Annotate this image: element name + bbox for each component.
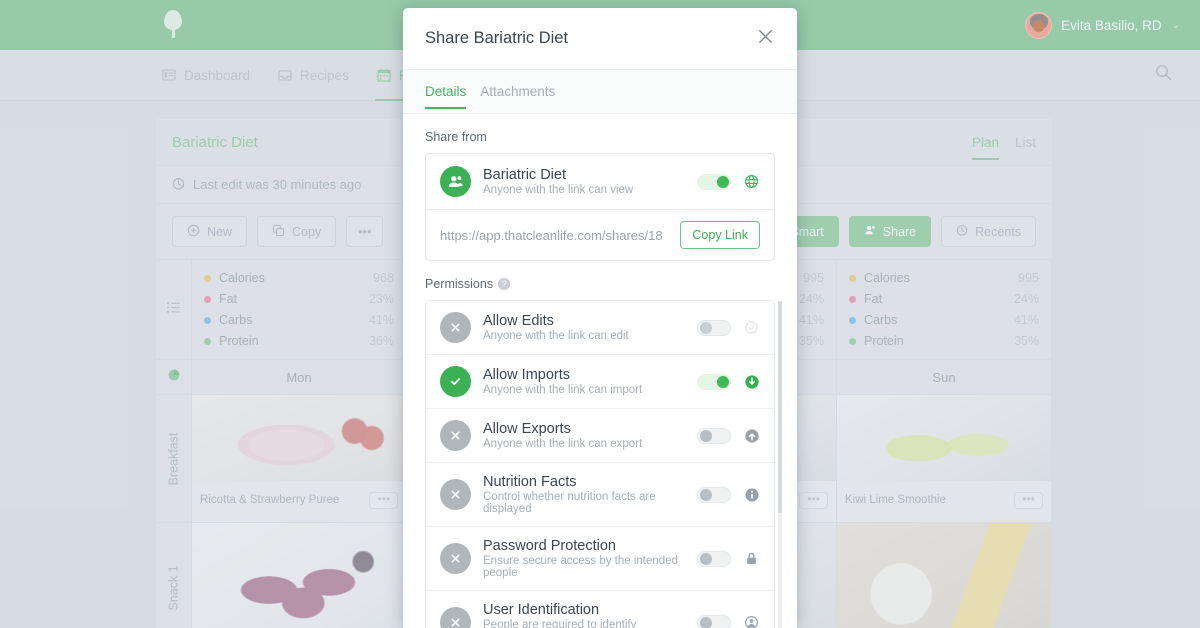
globe-icon [743, 174, 760, 189]
permission-title: Nutrition Facts [483, 474, 577, 490]
info-icon [743, 487, 760, 503]
permission-subtitle: Anyone with the link can export [483, 438, 643, 450]
permission-text: Allow Exports Anyone with the link can e… [483, 421, 685, 450]
people-icon [440, 166, 471, 197]
permission-subtitle: Control whether nutrition facts are disp… [483, 491, 656, 515]
modal-header: Share Bariatric Diet [403, 8, 797, 70]
share-from-row: Bariatric Diet Anyone with the link can … [426, 154, 774, 210]
permission-text: Allow Imports Anyone with the link can i… [483, 367, 685, 396]
permission-toggle[interactable] [697, 550, 731, 567]
x-circle-icon [440, 479, 471, 510]
scrollbar[interactable] [778, 301, 782, 628]
permission-text: Password Protection Ensure secure access… [483, 538, 685, 579]
permission-row-allow-imports: Allow Imports Anyone with the link can i… [426, 355, 774, 409]
permission-subtitle: Anyone with the link can import [483, 384, 643, 396]
permission-toggle[interactable] [697, 373, 731, 390]
lock-icon [743, 551, 760, 566]
close-icon[interactable] [756, 27, 775, 50]
permission-row-user-identification: User Identification People are required … [426, 591, 774, 628]
permission-text: Allow Edits Anyone with the link can edi… [483, 313, 685, 342]
permission-toggle[interactable] [697, 486, 731, 503]
modal-title: Share Bariatric Diet [425, 29, 569, 47]
permission-title: Allow Edits [483, 313, 554, 329]
app-root: Evita Basilio, RD ⌄ Dashboard Recipes [0, 0, 1200, 628]
permission-row-allow-exports: Allow Exports Anyone with the link can e… [426, 409, 774, 463]
tab-details[interactable]: Details [425, 70, 467, 114]
permission-toggle[interactable] [697, 319, 731, 336]
copy-link-button[interactable]: Copy Link [680, 221, 760, 249]
permission-title: Password Protection [483, 538, 616, 554]
user-icon [743, 615, 760, 628]
share-from-title: Bariatric Diet [483, 167, 566, 183]
share-from-label-text: Share from [425, 130, 487, 144]
upload-icon [743, 428, 760, 444]
share-from-label: Share from [425, 130, 775, 144]
share-from-text: Bariatric Diet Anyone with the link can … [483, 167, 685, 196]
check-circle-icon [440, 366, 471, 397]
permission-subtitle: Anyone with the link can edit [483, 330, 629, 342]
permissions-section: Permissions ? Allow Edits Anyone with th… [425, 277, 782, 628]
modal-body: Share from Bariatric Diet Anyone with th… [403, 114, 797, 628]
permission-title: Allow Exports [483, 421, 571, 437]
permission-text: User Identification People are required … [483, 602, 685, 628]
scrollbar-thumb[interactable] [778, 301, 782, 513]
share-modal: Share Bariatric Diet Details Attachments… [403, 8, 797, 628]
permissions-label-text: Permissions [425, 277, 494, 291]
permission-row-password-protection: Password Protection Ensure secure access… [426, 527, 774, 591]
permission-title: Allow Imports [483, 367, 571, 383]
permission-row-nutrition-facts: Nutrition Facts Control whether nutritio… [426, 463, 774, 527]
permission-text: Nutrition Facts Control whether nutritio… [483, 474, 685, 515]
permissions-label: Permissions ? [425, 277, 775, 291]
share-url-text[interactable]: https://app.thatcleanlife.com/shares/18 [440, 228, 670, 243]
x-circle-icon [440, 607, 471, 628]
modal-tabs: Details Attachments [403, 70, 797, 114]
x-circle-icon [440, 543, 471, 574]
permission-subtitle: Ensure secure access by the intended peo… [483, 555, 678, 579]
x-circle-icon [440, 420, 471, 451]
share-from-toggle[interactable] [697, 173, 731, 190]
tab-attachments[interactable]: Attachments [480, 70, 555, 114]
permission-toggle[interactable] [697, 614, 731, 628]
share-from-subtitle: Anyone with the link can view [483, 184, 634, 196]
share-from-card: Bariatric Diet Anyone with the link can … [425, 153, 775, 261]
permission-subtitle: People are required to identify themselv… [483, 619, 637, 628]
x-circle-icon [440, 312, 471, 343]
download-icon [743, 374, 760, 390]
revert-icon [743, 320, 760, 335]
permission-row-allow-edits: Allow Edits Anyone with the link can edi… [426, 301, 774, 355]
permissions-list: Allow Edits Anyone with the link can edi… [425, 300, 782, 628]
permission-title: User Identification [483, 602, 600, 618]
share-link-row: https://app.thatcleanlife.com/shares/18 … [426, 210, 774, 260]
question-icon[interactable]: ? [498, 278, 511, 290]
permission-toggle[interactable] [697, 427, 731, 444]
